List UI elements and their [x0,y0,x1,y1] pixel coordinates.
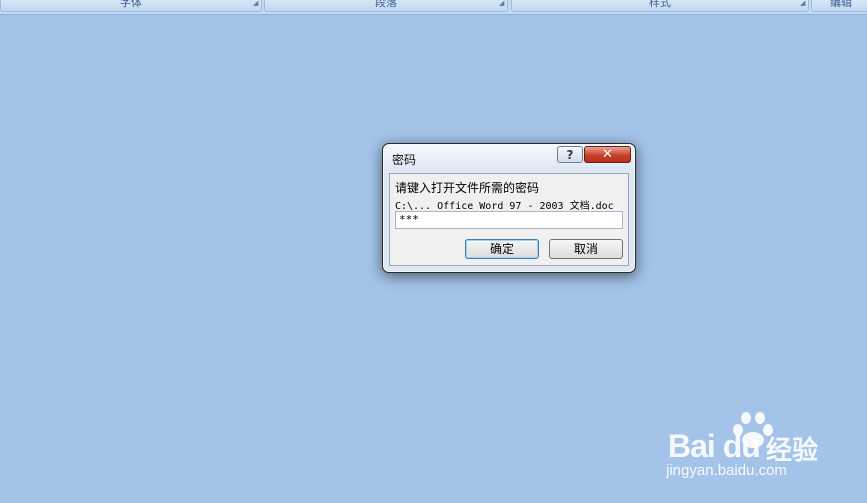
watermark-url: jingyan.baidu.com [666,462,787,479]
dialog-launcher-icon[interactable]: ◢ [800,0,806,7]
ribbon-group-paragraph[interactable]: 段落 ◢ [264,0,508,12]
ribbon-group-editing[interactable]: 编辑 [811,0,867,12]
dialog-titlebar[interactable]: 密码 ? ✕ [384,145,634,171]
dialog-launcher-icon[interactable]: ◢ [499,0,505,7]
baidu-logo-text: Bai du [668,428,761,464]
ribbon-group-font[interactable]: 字体 ◢ [0,0,262,12]
close-button[interactable]: ✕ [584,146,631,163]
password-dialog: 密码 ? ✕ 请键入打开文件所需的密码 C:\... Office Word 9… [382,143,636,273]
dialog-content: 请键入打开文件所需的密码 C:\... Office Word 97 - 200… [389,173,629,266]
password-prompt: 请键入打开文件所需的密码 [395,181,540,195]
ribbon-group-styles-label: 样式 [649,0,671,9]
dialog-title: 密码 [392,153,417,167]
ribbon-group-styles[interactable]: 样式 ◢ [511,0,809,12]
ribbon-group-editing-label: 编辑 [830,0,852,9]
help-button[interactable]: ? [557,146,583,163]
ribbon-group-font-label: 字体 [120,0,142,9]
ok-button[interactable]: 确定 [465,239,539,259]
file-path-label: C:\... Office Word 97 - 2003 文档.doc [395,201,614,212]
ribbon-group-paragraph-label: 段落 [375,0,397,9]
cancel-button[interactable]: 取消 [549,239,623,259]
password-input[interactable]: *** [395,211,623,229]
baidu-jingyan-watermark: Bai du 经验 jingyan.baidu.com [666,408,866,488]
ribbon-group-labels: 字体 ◢ 段落 ◢ 样式 ◢ 编辑 [0,0,867,15]
dialog-launcher-icon[interactable]: ◢ [253,0,259,7]
